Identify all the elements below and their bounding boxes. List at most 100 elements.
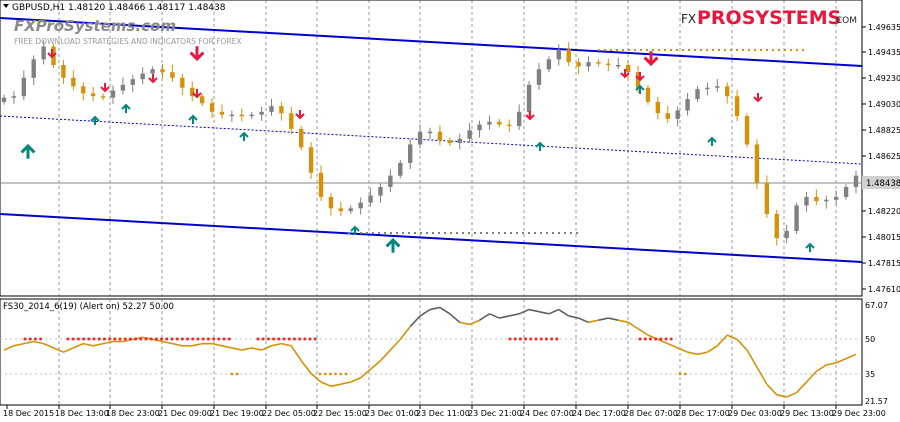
signal-dot [102, 337, 106, 341]
signal-dot [513, 337, 517, 341]
candle-body [497, 121, 502, 125]
brand-prefix: FX [681, 12, 696, 26]
candle-body [61, 65, 66, 78]
signal-dot [139, 337, 143, 341]
signal-dot [134, 337, 138, 341]
signal-dot [97, 337, 101, 341]
time-label: 18 Dec 2015 [3, 409, 54, 418]
candle-body [81, 86, 86, 94]
candle-body [279, 106, 284, 114]
time-label: 24 Dec 07:00 [520, 409, 574, 418]
signal-dot [344, 372, 348, 376]
signal-dot [154, 337, 158, 341]
candle-body [725, 86, 730, 97]
signal-dot [282, 337, 286, 341]
indicator-axis-label: 35 [865, 370, 875, 379]
time-label: 23 Dec 01:00 [365, 409, 419, 418]
candle-body [21, 77, 27, 97]
time-label: 21 Dec 09:00 [158, 409, 212, 418]
signal-dot [318, 372, 322, 376]
candle-body [219, 111, 225, 115]
candle-body [665, 113, 670, 119]
price-label: 1.49435 [868, 48, 900, 57]
trading-chart[interactable]: 1.49635 1.49435 1.49230 1.49030 1.48825 1.486… [0, 0, 900, 422]
candle-body [675, 110, 680, 119]
candle-body [536, 69, 542, 85]
signal-dot [303, 337, 307, 341]
signal-dot [66, 337, 70, 341]
watermark-title: FXProSystems.com [14, 17, 176, 35]
candle-body [318, 172, 324, 197]
time-label: 29 Dec 03:00 [728, 409, 782, 418]
candle-body [378, 187, 383, 196]
price-label: 1.48015 [868, 233, 900, 242]
candle-body [784, 230, 789, 239]
signal-dot [298, 337, 302, 341]
price-axis: 1.49635 1.49435 1.49230 1.49030 1.48825 1.486… [862, 23, 900, 294]
signal-dot [313, 337, 317, 341]
time-label: 22 Dec 15:00 [313, 409, 367, 418]
time-label: 18 Dec 23:00 [106, 409, 160, 418]
signal-dot [669, 337, 673, 341]
signal-dot [108, 337, 112, 341]
candle-body [388, 175, 393, 188]
candle-body [843, 187, 849, 197]
candle-body [229, 114, 235, 117]
indicator-axis-label: 50 [865, 335, 875, 344]
candle-body [407, 144, 413, 163]
signal-dot [28, 337, 32, 341]
signal-dot [518, 337, 522, 341]
candle-body [685, 99, 690, 111]
candle-body [199, 96, 205, 104]
candle-body [150, 69, 155, 74]
signal-dot [534, 337, 538, 341]
price-label: 1.47610 [868, 285, 900, 294]
signal-dot [339, 372, 343, 376]
candle-body [249, 114, 254, 117]
brand-suffix: .COM [833, 16, 857, 26]
time-label: 24 Dec 17:00 [572, 409, 626, 418]
candle-body [110, 90, 116, 98]
price-label: 1.49030 [868, 100, 900, 109]
candle-body [160, 69, 165, 73]
signal-dot [118, 337, 122, 341]
candle-body [655, 101, 661, 114]
signal-dot [659, 337, 663, 341]
signal-dot [128, 337, 132, 341]
indicator-panel[interactable] [0, 298, 863, 406]
signal-dot [212, 337, 216, 341]
candle-body [269, 106, 274, 112]
time-label: 29 Dec 23:00 [832, 409, 886, 418]
signal-dot [144, 337, 148, 341]
candle-body [417, 131, 423, 145]
brand-name: PROSYSTEMS [697, 7, 841, 29]
time-label: 22 Dec 05:00 [262, 409, 316, 418]
candle-body [31, 59, 36, 78]
signal-dot [71, 337, 75, 341]
signal-dot [191, 337, 195, 341]
signal-dot [227, 337, 231, 341]
candle-body [259, 111, 264, 115]
price-label: 1.49635 [868, 23, 900, 32]
price-label: 1.48825 [868, 126, 900, 135]
signal-dot [648, 337, 652, 341]
signal-dot [334, 372, 337, 376]
candle-body [487, 121, 492, 125]
candle-body [794, 205, 799, 231]
signal-dot [287, 337, 291, 341]
candle-body [556, 49, 561, 60]
time-label: 23 Dec 11:00 [416, 409, 470, 418]
indicator-axis-label: 67.07 [865, 301, 888, 310]
signal-dot [235, 372, 239, 376]
candle-body [705, 87, 710, 90]
signal-dot [82, 337, 86, 341]
indicator-axis: 67.07 50 35 21.57 [865, 301, 888, 406]
signal-dot [323, 372, 327, 376]
candle-body [71, 77, 76, 87]
candle-body [814, 196, 819, 202]
candle-body [130, 79, 135, 85]
signal-dot [308, 337, 312, 341]
candle-body [467, 130, 472, 139]
candle-body [170, 72, 175, 78]
candle-body [804, 196, 809, 206]
